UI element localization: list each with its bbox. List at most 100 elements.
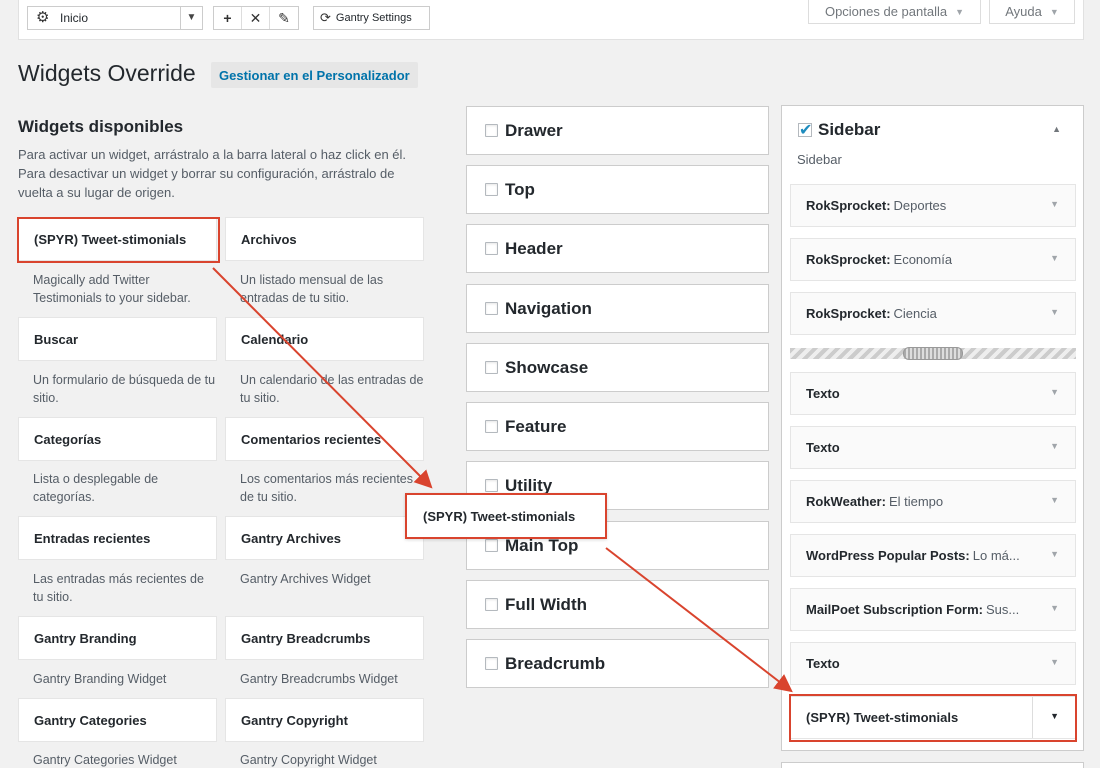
position-label: Showcase [505,357,589,377]
expand-arrow-icon[interactable]: ▼ [1050,549,1059,559]
close-icon[interactable]: ✕ [242,7,270,29]
sidebar-widget[interactable]: Texto ▼ [790,642,1076,685]
widget-card[interactable]: Comentarios recientes [225,417,424,461]
checkbox[interactable] [485,124,498,137]
widget-card[interactable]: Gantry Archives [225,516,424,560]
widget-title: Economía [893,252,953,267]
help-label: Ayuda [1005,4,1042,19]
widget-description: Gantry Branding Widget [33,672,167,686]
sidebar-widget[interactable]: RokSprocket: Deportes ▼ [790,184,1076,227]
position-full-width[interactable]: Full Width [466,580,769,629]
caret-down-icon: ▼ [955,6,965,17]
sidebar-panel-title: Sidebar [818,120,881,139]
widget-type: WordPress Popular Posts: [806,548,970,563]
add-icon[interactable]: + [214,7,242,29]
widget-card[interactable]: Gantry Branding [18,616,217,660]
widget-card[interactable]: Categorías [18,417,217,461]
checkbox[interactable] [485,598,498,611]
expand-arrow-icon[interactable]: ▼ [1050,603,1059,613]
sidebar-widget[interactable]: WordPress Popular Posts: Lo má... ▼ [790,534,1076,577]
caret-down-icon: ▼ [1049,6,1059,17]
outline-select[interactable]: ⚙ Inicio ▼ [27,6,203,30]
expand-arrow-icon[interactable]: ▼ [1050,307,1059,317]
widget-title: El tiempo [888,494,944,509]
widget-title: Deportes [893,198,947,213]
widget-description: Gantry Categories Widget [33,753,177,767]
sidebar-widget[interactable]: RokSprocket: Ciencia ▼ [790,292,1076,335]
position-header[interactable]: Header [466,224,769,273]
checked-checkbox[interactable] [798,120,812,140]
collapse-arrow-icon[interactable]: ▲ [1052,124,1061,134]
expand-arrow-icon[interactable]: ▼ [1050,657,1059,667]
screen-options-button[interactable]: Opciones de pantalla ▼ [808,0,981,24]
dragging-widget[interactable]: (SPYR) Tweet-stimonials [405,493,607,539]
screen-options-label: Opciones de pantalla [824,4,948,19]
widget-type: RokSprocket: [806,306,891,321]
widget-type: Texto [806,440,840,455]
position-label: Full Width [505,594,587,614]
checkbox[interactable] [485,242,498,255]
widget-description: Gantry Archives Widget [240,572,371,586]
sidebar-panel-header[interactable]: Sidebar [798,120,880,140]
checkbox[interactable] [485,657,498,670]
widget-type: RokSprocket: [806,252,891,267]
customizer-button[interactable]: Gestionar en el Personalizador [211,62,418,88]
sidebar-widget[interactable]: RokSprocket: Economía ▼ [790,238,1076,281]
sidebar-widget[interactable]: Texto ▼ [790,372,1076,415]
expand-arrow-icon[interactable]: ▼ [1050,495,1059,505]
highlight-dropped-widget [789,694,1077,742]
checkbox[interactable] [485,479,498,492]
drag-handle[interactable] [903,347,963,360]
expand-arrow-icon[interactable]: ▼ [1050,253,1059,263]
sidebar-widget[interactable]: Texto ▼ [790,426,1076,469]
help-button[interactable]: Ayuda ▼ [989,0,1075,24]
checkbox[interactable] [485,302,498,315]
checkbox[interactable] [485,420,498,433]
widget-title: Sus... [985,602,1020,617]
next-sidebar-panel [781,762,1084,768]
gantry-settings-label: Gantry Settings [335,12,412,24]
available-widgets-description: Para activar un widget, arrástralo a la … [18,147,407,200]
expand-arrow-icon[interactable]: ▼ [1050,199,1059,209]
page-title: Widgets Override [18,60,196,86]
position-drawer[interactable]: Drawer [466,106,769,155]
sidebar-widget[interactable]: MailPoet Subscription Form: Sus... ▼ [790,588,1076,631]
widget-card[interactable]: Archivos [225,217,424,261]
checkbox[interactable] [485,361,498,374]
widget-type: RokSprocket: [806,198,891,213]
position-breadcrumb[interactable]: Breadcrumb [466,639,769,688]
expand-arrow-icon[interactable]: ▼ [1050,441,1059,451]
widget-card[interactable]: Buscar [18,317,217,361]
sidebar-widget[interactable]: RokWeather: El tiempo ▼ [790,480,1076,523]
edit-icon[interactable]: ✎ [270,7,298,29]
widget-type: RokWeather: [806,494,886,509]
sidebar-panel: Sidebar ▲ Sidebar RokSprocket:Deportes▼ … [781,105,1084,751]
gantry-settings-button[interactable]: ⟳ Gantry Settings [313,6,430,30]
position-label: Top [505,179,535,199]
expand-arrow-icon[interactable]: ▼ [1050,387,1059,397]
widget-card[interactable]: Entradas recientes [18,516,217,560]
position-top[interactable]: Top [466,165,769,214]
outline-select-value: Inicio [60,11,89,25]
position-navigation[interactable]: Navigation [466,284,769,333]
widget-card[interactable]: Gantry Copyright [225,698,424,742]
checkbox[interactable] [485,183,498,196]
chevron-down-icon[interactable]: ▼ [180,7,202,29]
position-feature[interactable]: Feature [466,402,769,451]
widget-description: Un listado mensual de las entradas de tu… [240,273,384,305]
widget-description: Gantry Copyright Widget [240,753,377,767]
widget-type: Texto [806,656,840,671]
widget-type: MailPoet Subscription Form: [806,602,983,617]
widget-description: Los comentarios más recientes de tu siti… [240,472,413,504]
widget-description: Magically add Twitter Testimonials to yo… [33,273,191,305]
widget-description: Un formulario de búsqueda de tu sitio. [33,373,216,405]
available-widgets-heading: Widgets disponibles [18,117,184,136]
widget-card[interactable]: Calendario [225,317,424,361]
position-label: Breadcrumb [505,653,606,673]
highlight-source-widget [17,217,220,263]
widget-card[interactable]: Gantry Breadcrumbs [225,616,424,660]
checkbox[interactable] [485,539,498,552]
position-showcase[interactable]: Showcase [466,343,769,392]
widget-card[interactable]: Gantry Categories [18,698,217,742]
gear-icon: ⚙ [36,9,50,26]
